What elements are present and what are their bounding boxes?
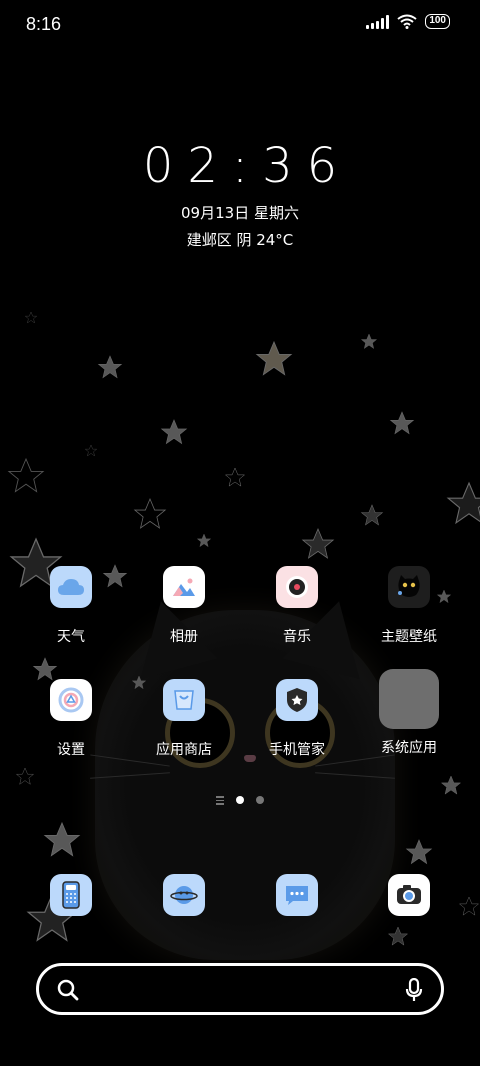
app-label: 音乐 bbox=[283, 629, 311, 645]
image-icon bbox=[163, 566, 205, 608]
music-icon bbox=[276, 566, 318, 608]
dock-browser[interactable] bbox=[134, 874, 234, 916]
app-label: 相册 bbox=[170, 629, 198, 645]
app-weather[interactable]: 天气 bbox=[21, 566, 121, 646]
app-themes[interactable]: 主题壁纸 bbox=[359, 566, 459, 646]
phone-icon bbox=[50, 874, 92, 916]
clock-time: 02:36 bbox=[142, 138, 352, 194]
search-bar[interactable] bbox=[36, 963, 444, 1015]
search-icon[interactable] bbox=[57, 979, 79, 1001]
clock-weather: 建邺区 阴 24°C bbox=[186, 231, 294, 249]
app-label: 设置 bbox=[57, 742, 85, 758]
camera-icon bbox=[388, 874, 430, 916]
shopping-bag-icon bbox=[163, 679, 205, 721]
dock-messages[interactable] bbox=[247, 874, 347, 916]
app-label: 应用商店 bbox=[156, 742, 212, 758]
shield-icon bbox=[276, 679, 318, 721]
messages-icon bbox=[276, 874, 318, 916]
cloud-icon bbox=[50, 566, 92, 608]
app-label: 主题壁纸 bbox=[381, 629, 437, 645]
app-security[interactable]: 手机管家 bbox=[247, 679, 347, 759]
status-time: 8:16 bbox=[26, 14, 62, 34]
app-music[interactable]: 音乐 bbox=[247, 566, 347, 646]
app-label: 天气 bbox=[57, 629, 85, 645]
page-dot-2[interactable] bbox=[256, 796, 264, 805]
battery-icon: 100 bbox=[425, 14, 450, 29]
menu-icon[interactable] bbox=[216, 796, 224, 805]
status-icons: 100 bbox=[366, 14, 450, 29]
folder-icon bbox=[379, 669, 439, 729]
wifi-icon bbox=[397, 14, 417, 29]
dock-phone[interactable] bbox=[21, 874, 121, 916]
folder-system-apps[interactable]: 系统应用 bbox=[359, 669, 459, 757]
app-store[interactable]: 应用商店 bbox=[134, 679, 234, 759]
app-settings[interactable]: 设置 bbox=[21, 679, 121, 759]
dock-camera[interactable] bbox=[359, 874, 459, 916]
page-dot-1[interactable] bbox=[236, 796, 244, 805]
microphone-icon[interactable] bbox=[405, 978, 423, 1002]
signal-icon bbox=[366, 14, 390, 29]
app-label: 系统应用 bbox=[381, 740, 437, 756]
app-label: 手机管家 bbox=[269, 742, 325, 758]
clock-date: 09月13日 星期六 bbox=[181, 204, 299, 222]
page-indicator[interactable] bbox=[0, 796, 480, 805]
settings-icon bbox=[50, 679, 92, 721]
app-gallery[interactable]: 相册 bbox=[134, 566, 234, 646]
status-bar: 8:16 100 bbox=[0, 0, 480, 50]
cat-icon bbox=[388, 566, 430, 608]
clock-widget[interactable]: 02:36 09月13日 星期六 建邺区 阴 24°C bbox=[0, 138, 480, 250]
browser-icon bbox=[163, 874, 205, 916]
